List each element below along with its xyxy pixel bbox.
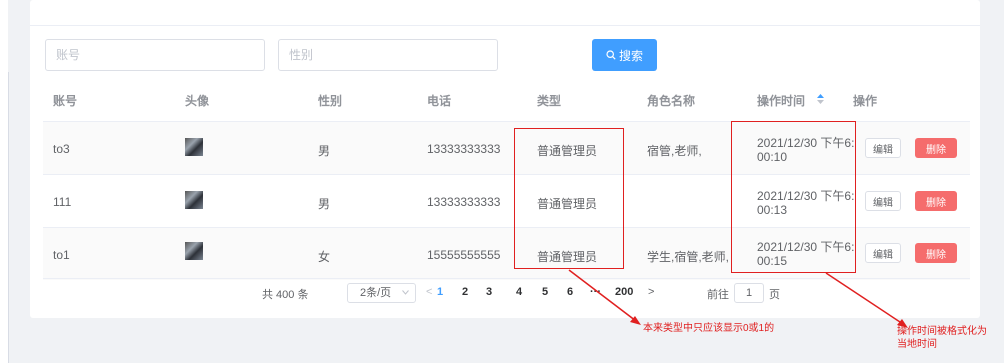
time-annotation-note-line1: 操作时间被格式化为: [897, 326, 987, 337]
time-annotation-note-line2: 当地时间: [897, 339, 937, 350]
annotation-arrows: [568, 269, 908, 328]
type-annotation-note: 本来类型中只应该显示0或1的: [643, 323, 775, 334]
